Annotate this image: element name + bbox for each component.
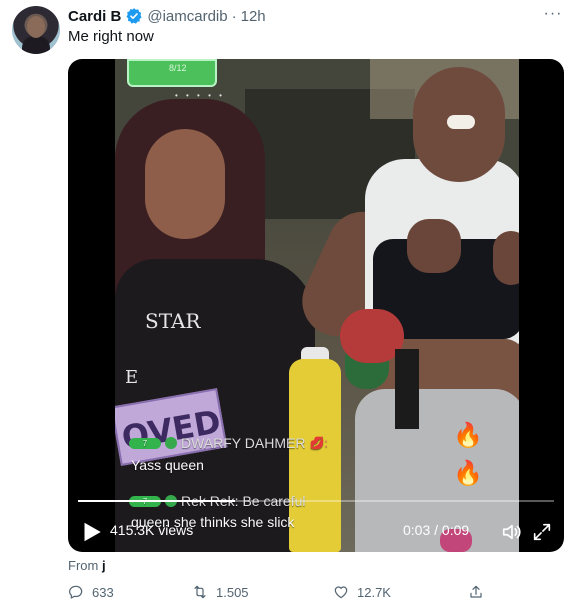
separator-dot: · bbox=[231, 7, 237, 25]
video-person-right-mouth bbox=[447, 115, 475, 129]
chat-level-badge: 7 bbox=[129, 437, 161, 449]
chat-username: DWARFY DAHMER bbox=[181, 435, 306, 451]
play-icon[interactable] bbox=[78, 519, 104, 545]
avatar-body bbox=[22, 36, 50, 54]
volume-icon[interactable] bbox=[501, 521, 523, 543]
video-progress-bar[interactable] bbox=[78, 500, 554, 502]
fire-emoji-icon: 🔥 bbox=[453, 460, 483, 487]
heart-icon bbox=[334, 586, 348, 599]
share-icon bbox=[470, 585, 482, 598]
from-label: From bbox=[68, 558, 99, 573]
reply-button[interactable]: 633 bbox=[68, 584, 114, 600]
verified-badge-icon bbox=[126, 8, 142, 24]
share-button[interactable] bbox=[468, 584, 492, 600]
shirt-print-text-2: E bbox=[125, 367, 139, 388]
reply-count: 633 bbox=[92, 584, 114, 600]
fire-emoji-icon: 🔥 bbox=[453, 422, 483, 449]
video-bag bbox=[395, 349, 419, 429]
from-source-link[interactable]: j bbox=[102, 558, 106, 573]
retweet-button[interactable]: 1.505 bbox=[192, 584, 249, 600]
tweet-text: Me right now bbox=[68, 28, 154, 45]
view-count: 415.3K views bbox=[110, 522, 194, 538]
live-stream-banner: 8/12 bbox=[127, 59, 217, 87]
reply-icon bbox=[69, 585, 83, 599]
page-dots: • • • • • bbox=[175, 91, 225, 100]
video-controls: 415.3K views 0:03 / 0:09 bbox=[68, 511, 564, 551]
video-progress-fill bbox=[78, 500, 236, 502]
video-player[interactable]: STAR E 8/12 • • • • • OVED 7 DWARFY DAHM… bbox=[68, 59, 564, 552]
tweet-header: Cardi B @iamcardib · 12h bbox=[68, 6, 266, 26]
display-name[interactable]: Cardi B bbox=[68, 8, 121, 25]
like-count: 12.7K bbox=[357, 584, 391, 600]
more-options-button[interactable]: ··· bbox=[541, 4, 565, 28]
avatar-face bbox=[27, 16, 45, 38]
chat-star-icon bbox=[165, 437, 177, 449]
live-banner-text: 8/12 bbox=[169, 63, 187, 73]
avatar[interactable] bbox=[12, 6, 60, 54]
video-source: From j bbox=[68, 558, 106, 573]
fullscreen-icon[interactable] bbox=[531, 521, 553, 543]
chat-lips-icon: 💋: bbox=[309, 436, 328, 450]
chat-line-1: 7 DWARFY DAHMER 💋: bbox=[129, 435, 328, 451]
video-time: 0:03 / 0:09 bbox=[403, 522, 470, 538]
retweet-count: 1.505 bbox=[216, 584, 249, 600]
timestamp[interactable]: 12h bbox=[241, 8, 266, 25]
like-button[interactable]: 12.7K bbox=[333, 584, 391, 600]
shirt-print-text: STAR bbox=[145, 309, 201, 333]
chat-message-1: Yass queen bbox=[131, 457, 204, 473]
tweet-actions: 633 1.505 12.7K bbox=[68, 584, 548, 600]
video-fist-left bbox=[407, 219, 461, 273]
retweet-icon bbox=[194, 585, 206, 599]
video-frame: STAR E 8/12 • • • • • OVED 7 DWARFY DAHM… bbox=[115, 59, 519, 552]
video-fist-right bbox=[493, 231, 519, 285]
video-person-left-face bbox=[145, 129, 225, 239]
handle[interactable]: @iamcardib bbox=[147, 8, 227, 25]
